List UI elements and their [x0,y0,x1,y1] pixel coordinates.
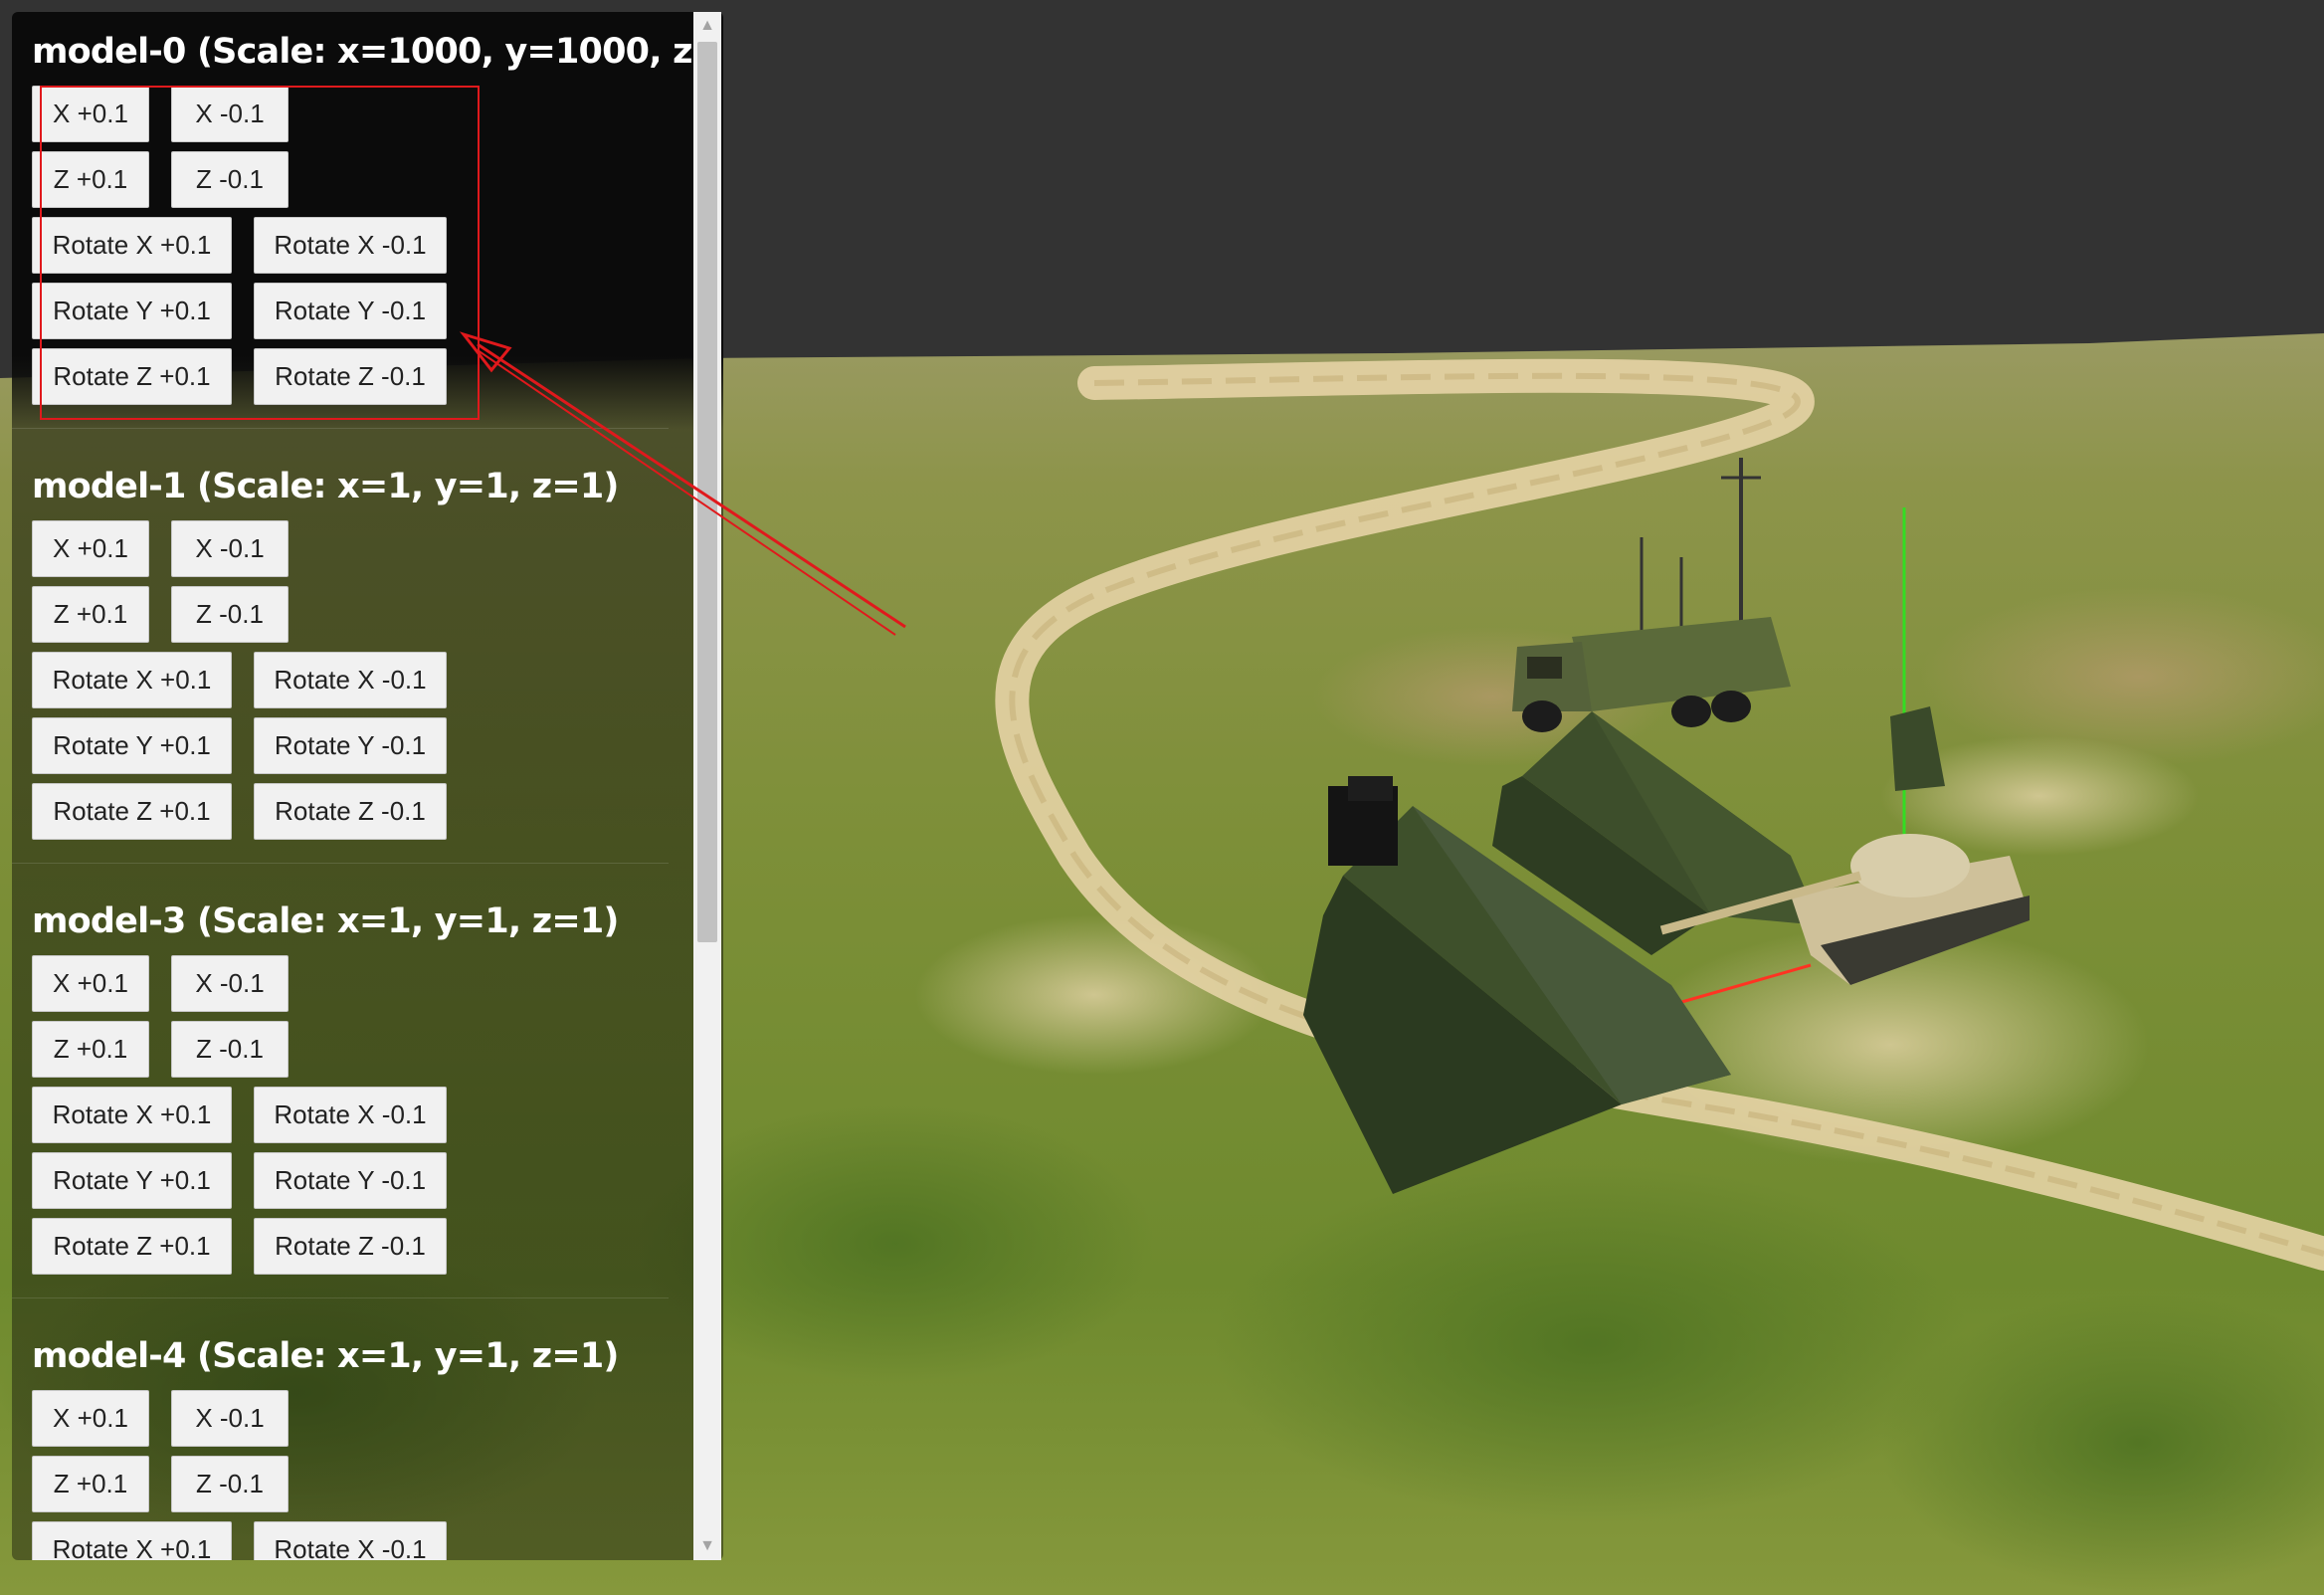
z-minus-button[interactable]: Z -0.1 [171,1021,289,1078]
rotate-z-plus-button[interactable]: Rotate Z +0.1 [32,783,232,840]
z-plus-button[interactable]: Z +0.1 [32,586,149,643]
rotate-y-plus-button[interactable]: Rotate Y +0.1 [32,717,232,774]
rotate-x-minus-button[interactable]: Rotate X -0.1 [254,1521,447,1560]
model-0-section: model-0 (Scale: x=1000, y=1000, z=1000) … [12,12,693,429]
x-minus-button[interactable]: X -0.1 [171,520,289,577]
x-minus-button[interactable]: X -0.1 [171,1390,289,1447]
model-title: model-3 (Scale: x=1, y=1, z=1) [32,901,619,941]
model-title: model-0 (Scale: x=1000, y=1000, z=1000) [32,32,693,72]
rotate-y-plus-button[interactable]: Rotate Y +0.1 [32,283,232,339]
z-minus-button[interactable]: Z -0.1 [171,1456,289,1512]
panel-scroll-area[interactable]: model-0 (Scale: x=1000, y=1000, z=1000) … [12,12,693,1560]
scroll-up-icon[interactable]: ▲ [693,12,721,40]
rotate-y-minus-button[interactable]: Rotate Y -0.1 [254,283,447,339]
x-plus-button[interactable]: X +0.1 [32,86,149,142]
rotate-z-plus-button[interactable]: Rotate Z +0.1 [32,1218,232,1275]
z-plus-button[interactable]: Z +0.1 [32,1021,149,1078]
x-plus-button[interactable]: X +0.1 [32,955,149,1012]
panel-scrollbar[interactable]: ▲ ▼ [693,12,721,1560]
rotate-y-plus-button[interactable]: Rotate Y +0.1 [32,1152,232,1209]
x-plus-button[interactable]: X +0.1 [32,1390,149,1447]
x-minus-button[interactable]: X -0.1 [171,955,289,1012]
scroll-down-icon[interactable]: ▼ [693,1532,721,1560]
z-minus-button[interactable]: Z -0.1 [171,151,289,208]
rotate-z-minus-button[interactable]: Rotate Z -0.1 [254,1218,447,1275]
rotate-y-minus-button[interactable]: Rotate Y -0.1 [254,1152,447,1209]
rotate-x-plus-button[interactable]: Rotate X +0.1 [32,217,232,274]
z-plus-button[interactable]: Z +0.1 [32,1456,149,1512]
x-plus-button[interactable]: X +0.1 [32,520,149,577]
rotate-x-plus-button[interactable]: Rotate X +0.1 [32,652,232,708]
rotate-x-minus-button[interactable]: Rotate X -0.1 [254,652,447,708]
model-1-section: model-1 (Scale: x=1, y=1, z=1) X +0.1 X … [12,447,669,864]
rotate-x-plus-button[interactable]: Rotate X +0.1 [32,1087,232,1143]
rotate-x-minus-button[interactable]: Rotate X -0.1 [254,1087,447,1143]
model-control-panel: model-0 (Scale: x=1000, y=1000, z=1000) … [12,12,723,1560]
model-title: model-4 (Scale: x=1, y=1, z=1) [32,1336,619,1376]
rotate-x-plus-button[interactable]: Rotate X +0.1 [32,1521,232,1560]
scrollbar-thumb[interactable] [697,42,717,942]
model-title: model-1 (Scale: x=1, y=1, z=1) [32,467,619,506]
x-minus-button[interactable]: X -0.1 [171,86,289,142]
rotate-z-minus-button[interactable]: Rotate Z -0.1 [254,348,447,405]
model-4-section: model-4 (Scale: x=1, y=1, z=1) X +0.1 X … [12,1316,669,1560]
rotate-z-minus-button[interactable]: Rotate Z -0.1 [254,783,447,840]
rotate-z-plus-button[interactable]: Rotate Z +0.1 [32,348,232,405]
z-minus-button[interactable]: Z -0.1 [171,586,289,643]
z-plus-button[interactable]: Z +0.1 [32,151,149,208]
rotate-y-minus-button[interactable]: Rotate Y -0.1 [254,717,447,774]
rotate-x-minus-button[interactable]: Rotate X -0.1 [254,217,447,274]
model-3-section: model-3 (Scale: x=1, y=1, z=1) X +0.1 X … [12,882,669,1298]
